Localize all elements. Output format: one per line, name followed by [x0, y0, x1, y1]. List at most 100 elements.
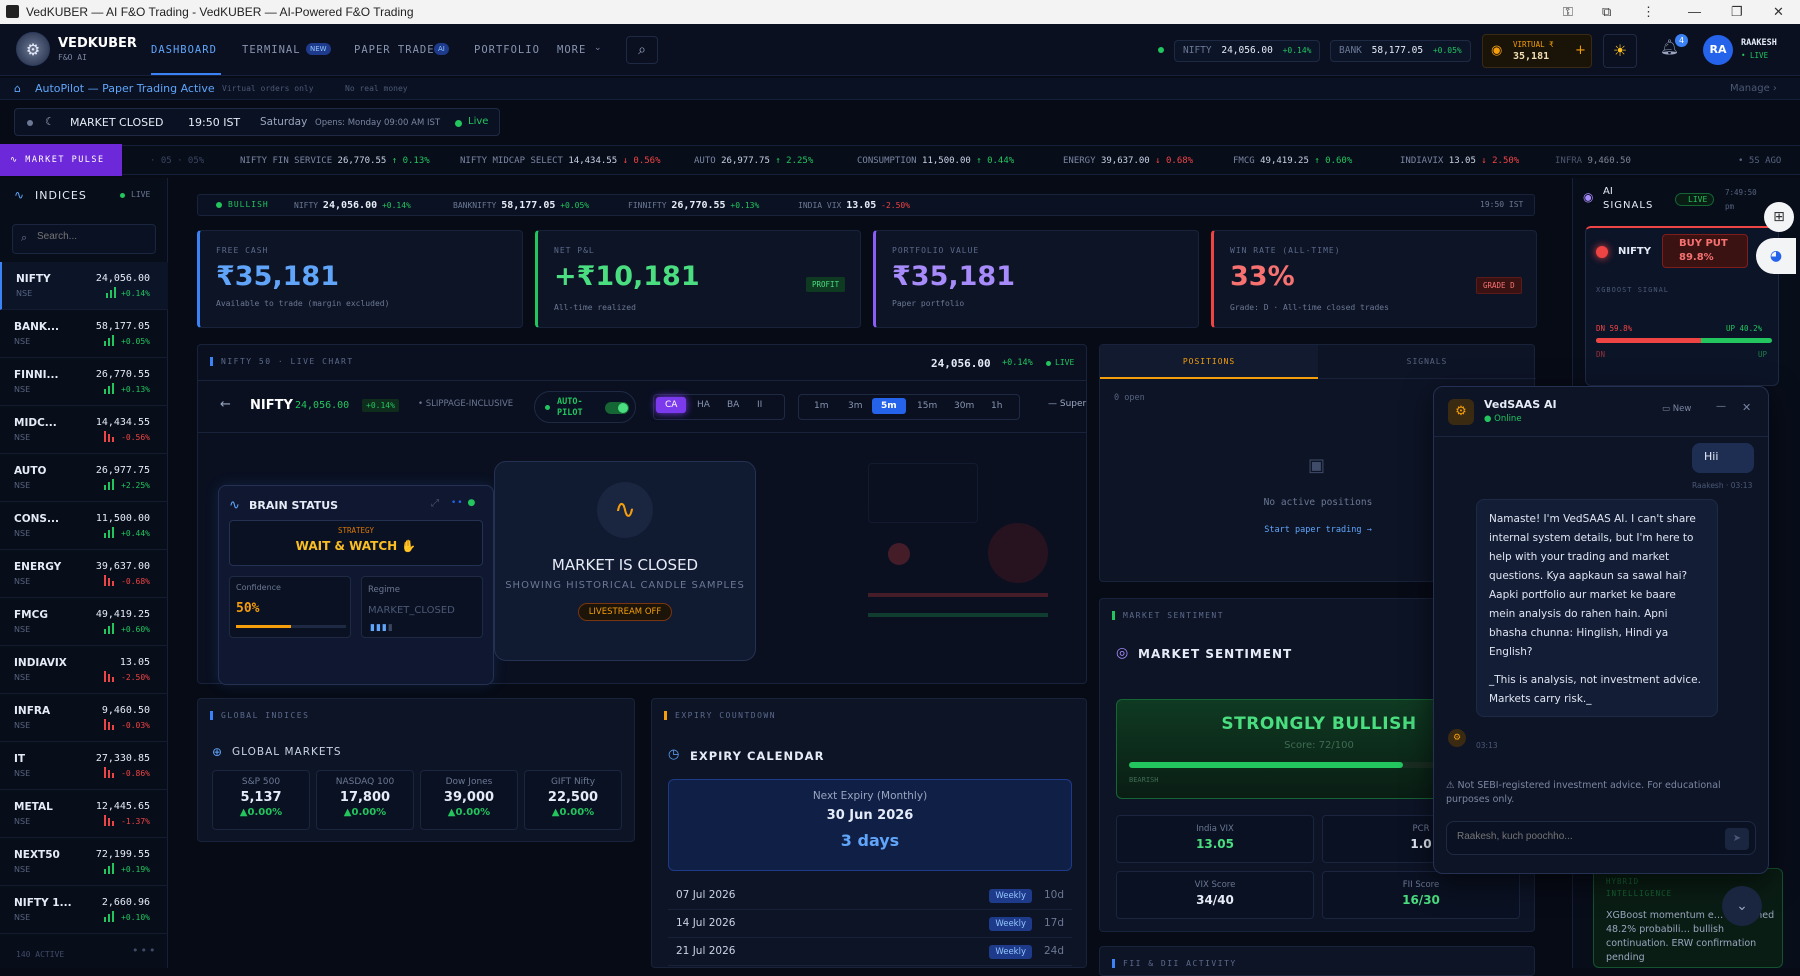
- chat-input-box[interactable]: ➤: [1446, 821, 1756, 855]
- candle-type-ii[interactable]: II: [748, 397, 771, 413]
- index-row[interactable]: IT NSE 27,330.85 -0.86%: [0, 742, 168, 790]
- supertrend-toggle[interactable]: — Super: [1048, 399, 1086, 409]
- index-row[interactable]: NIFTY 1... NSE 2,660.96 +0.10%: [0, 886, 168, 934]
- stat-vix-score: VIX Score 34/40: [1116, 871, 1314, 919]
- nav-paper-trade[interactable]: PAPER TRADE: [354, 44, 435, 56]
- live-label: Live: [468, 116, 489, 127]
- index-row[interactable]: CONS... NSE 11,500.00 +0.44%: [0, 502, 168, 550]
- chat-bot-avatar: ⚙: [1448, 729, 1466, 747]
- candle-type-ha[interactable]: HA: [688, 397, 719, 413]
- autopilot-manage-link[interactable]: Manage ›: [1730, 83, 1777, 94]
- index-row[interactable]: AUTO NSE 26,977.75 +2.25%: [0, 454, 168, 502]
- nav-active-underline: [151, 73, 221, 75]
- index-change: +0.10%: [121, 913, 150, 922]
- avatar[interactable]: RA: [1703, 35, 1733, 65]
- tf-1m[interactable]: 1m: [805, 398, 838, 414]
- minimize-icon[interactable]: —: [1688, 4, 1701, 19]
- toggle-switch[interactable]: [605, 402, 629, 414]
- kebab-menu-icon[interactable]: ⋮: [1642, 4, 1655, 20]
- chat-close-icon[interactable]: ✕: [1742, 401, 1751, 414]
- index-row[interactable]: FINNI... NSE 26,770.55 +0.13%: [0, 358, 168, 406]
- tab-positions[interactable]: POSITIONS: [1100, 345, 1318, 379]
- send-button[interactable]: ➤: [1725, 828, 1749, 850]
- nav-dashboard[interactable]: DASHBOARD: [151, 44, 217, 56]
- index-row[interactable]: NIFTY NSE 24,056.00 +0.14%: [0, 262, 168, 310]
- virtual-balance-pill[interactable]: ◉ VIRTUAL ₹ 35,181 +: [1482, 34, 1592, 68]
- fii-dii-tag: FII & DII ACTIVITY: [1112, 959, 1237, 968]
- index-name: IT: [14, 753, 26, 765]
- index-row[interactable]: INDIAVIX NSE 13.05 -2.50%: [0, 646, 168, 694]
- index-change: +0.44%: [121, 529, 150, 538]
- nav-portfolio[interactable]: PORTFOLIO: [474, 44, 540, 56]
- mini-trend-icon: [104, 812, 116, 826]
- user-status: • LIVE: [1741, 51, 1769, 60]
- chat-user-message: Hii: [1692, 443, 1754, 473]
- index-row[interactable]: MIDC... NSE 14,434.55 -0.56%: [0, 406, 168, 454]
- candle-type-group: CA HA BA II: [653, 394, 785, 420]
- chat-widget: ⚙ VedSAAS AI ● Online ▭ New — ✕ Hii Raak…: [1433, 386, 1769, 874]
- tf-30m[interactable]: 30m: [945, 398, 983, 414]
- index-row[interactable]: FMCG NSE 49,419.25 +0.60%: [0, 598, 168, 646]
- quick-actions-button[interactable]: ⊞: [1764, 202, 1794, 232]
- index-row[interactable]: INFRA NSE 9,460.50 -0.03%: [0, 694, 168, 742]
- market-pulse-label[interactable]: ∿ MARKET PULSE: [0, 144, 122, 176]
- maximize-icon[interactable]: ❐: [1731, 4, 1743, 20]
- tf-1h[interactable]: 1h: [982, 398, 1011, 414]
- expand-icon[interactable]: ⤢: [431, 498, 439, 509]
- confidence-box: Confidence 50%: [229, 576, 351, 638]
- chat-minimize-icon[interactable]: —: [1716, 401, 1726, 412]
- brain-title: BRAIN STATUS: [249, 499, 339, 512]
- back-arrow-icon[interactable]: ←: [220, 397, 231, 412]
- search-button[interactable]: ⌕: [626, 36, 658, 64]
- brain-status-card: ∿ BRAIN STATUS ⤢ •• ● STRATEGY WAIT & WA…: [218, 485, 494, 685]
- candle-type-ca[interactable]: CA: [656, 397, 687, 413]
- ellipsis-icon: •••: [132, 944, 158, 957]
- key-icon[interactable]: ⚿: [1563, 4, 1573, 20]
- chat-status-text: Online: [1494, 414, 1522, 424]
- close-icon[interactable]: ✕: [1773, 4, 1784, 20]
- candle-type-ba[interactable]: BA: [718, 397, 748, 413]
- tab-signals[interactable]: SIGNALS: [1318, 345, 1536, 379]
- nav-terminal[interactable]: TERMINAL: [242, 44, 301, 56]
- autopilot-toggle[interactable]: AUTO- PILOT: [534, 391, 636, 423]
- signal-card[interactable]: NIFTY BUY PUT 89.8% XGBOOST SIGNAL DN 59…: [1585, 226, 1779, 386]
- nav-more[interactable]: MORE: [557, 44, 586, 56]
- scroll-down-button[interactable]: ⌄: [1722, 886, 1762, 926]
- tf-3m[interactable]: 3m: [839, 398, 872, 414]
- add-funds-icon[interactable]: +: [1575, 43, 1586, 58]
- index-name: METAL: [14, 801, 53, 813]
- index-exchange: NSE: [14, 625, 31, 634]
- extensions-icon[interactable]: ⧉: [1602, 4, 1611, 20]
- ai-signals-title-2: SIGNALS: [1603, 200, 1654, 211]
- chat-input[interactable]: [1457, 831, 1707, 842]
- bank-ticker-pill[interactable]: BANK 58,177.05 +0.05%: [1330, 40, 1471, 62]
- index-row[interactable]: ENERGY NSE 39,637.00 -0.68%: [0, 550, 168, 598]
- pulse-icon: ∿: [597, 482, 653, 538]
- stat-value: 34/40: [1196, 893, 1234, 907]
- brand-logo[interactable]: ⚙: [16, 32, 50, 66]
- index-row[interactable]: METAL NSE 12,445.65 -1.37%: [0, 790, 168, 838]
- autopilot-bar: ⌂ AutoPilot — Paper Trading Active Virtu…: [0, 78, 1800, 100]
- chat-new-button[interactable]: ▭ New: [1662, 404, 1691, 414]
- indices-search-input[interactable]: ⌕: [12, 224, 156, 254]
- nifty-ticker-pill[interactable]: NIFTY 24,056.00 +0.14%: [1174, 40, 1321, 62]
- index-row[interactable]: BANK... NSE 58,177.05 +0.05%: [0, 310, 168, 358]
- search-icon: ⌕: [638, 42, 646, 58]
- sentiment-tag: MARKET SENTIMENT: [1112, 611, 1224, 620]
- bank-change: +0.05%: [1432, 46, 1462, 55]
- tf-5m[interactable]: 5m: [872, 398, 906, 414]
- index-name: AUTO: [14, 465, 47, 477]
- index-change: -2.50%: [121, 673, 150, 682]
- index-row[interactable]: NEXT50 NSE 72,199.55 +0.19%: [0, 838, 168, 886]
- hybrid-title-1: HYBRID: [1606, 877, 1640, 886]
- indices-search-field[interactable]: [37, 231, 147, 242]
- mini-trend-icon: [104, 620, 116, 634]
- tf-15m[interactable]: 15m: [908, 398, 946, 414]
- chart-header: NIFTY 50 · LIVE CHART 24,056.00 +0.14% L…: [198, 345, 1086, 381]
- chart-symbol[interactable]: NIFTY: [250, 398, 293, 413]
- chat-avatar: ⚙: [1448, 399, 1474, 425]
- theme-toggle-button[interactable]: ☀: [1603, 34, 1637, 68]
- assistant-fab[interactable]: ◕: [1756, 238, 1796, 274]
- index-price: 9,460.50: [101, 705, 150, 716]
- market-status-label: MARKET CLOSED: [70, 116, 164, 129]
